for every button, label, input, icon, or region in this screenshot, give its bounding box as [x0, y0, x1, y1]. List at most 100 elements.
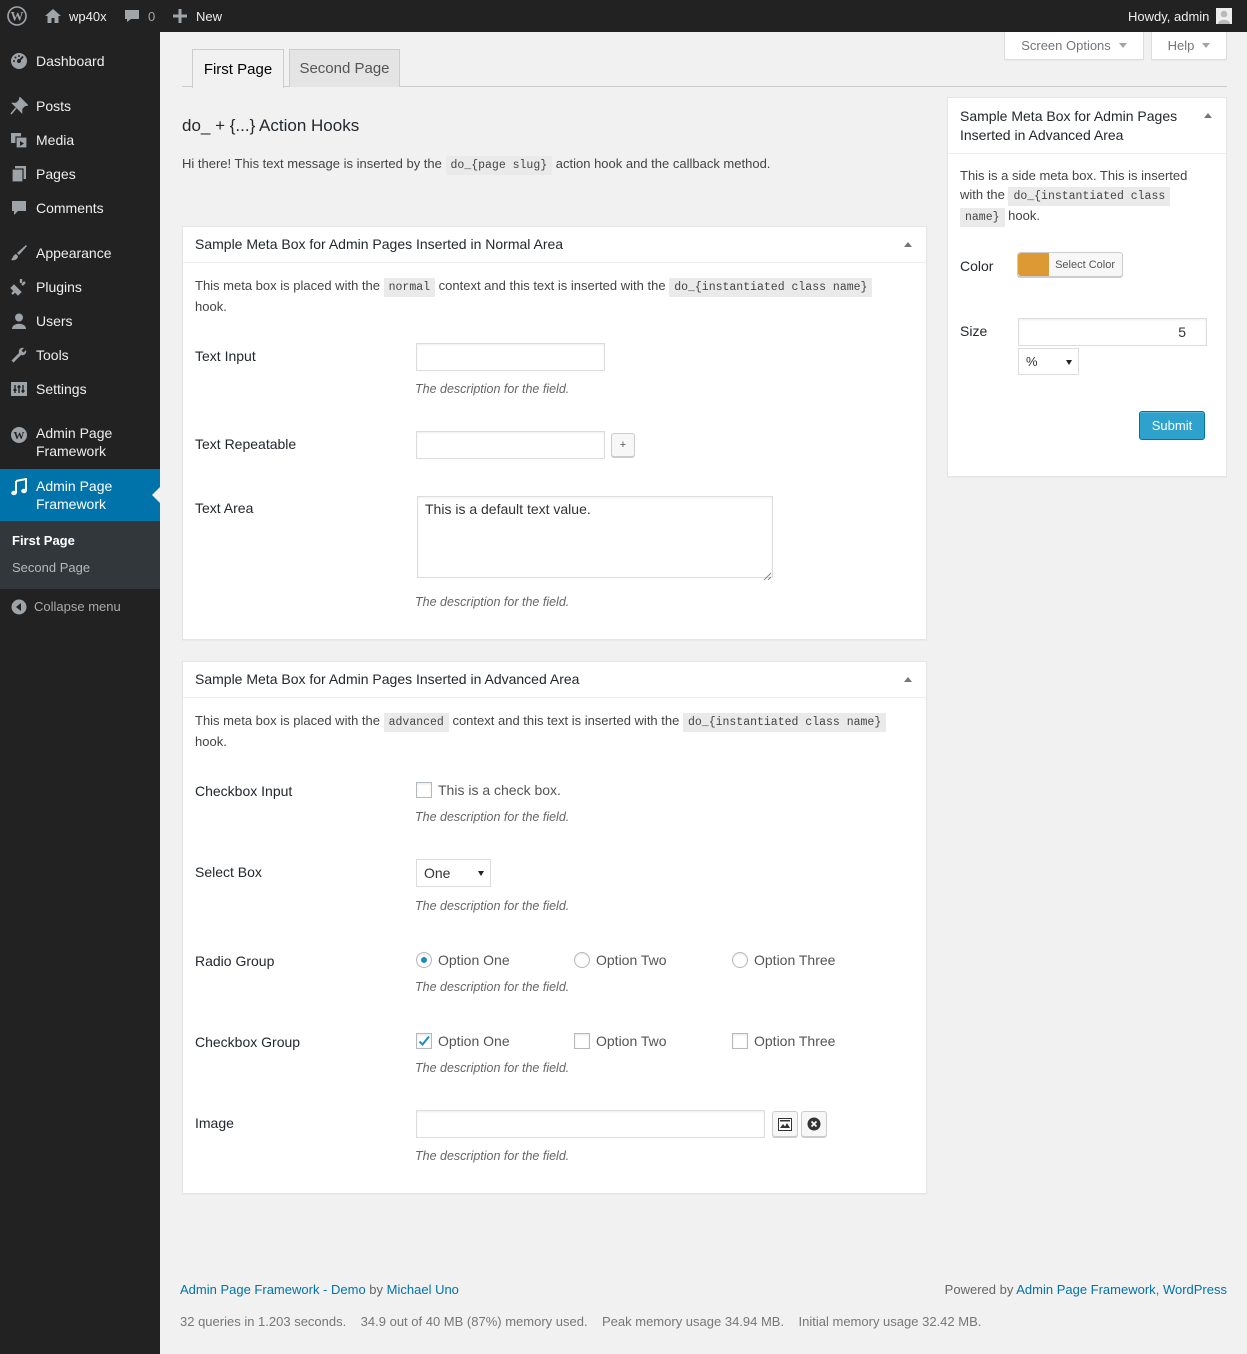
sidebar-item-appearance[interactable]: Appearance — [0, 239, 160, 267]
music-icon — [9, 477, 29, 497]
collapse-toggle-icon[interactable] — [904, 242, 912, 247]
footer-link-author[interactable]: Michael Uno — [387, 1282, 459, 1297]
close-icon — [807, 1117, 821, 1131]
size-unit-value: % — [1026, 354, 1038, 369]
remove-image-button[interactable] — [801, 1111, 827, 1137]
footer-link-wordpress[interactable]: WordPress — [1163, 1282, 1227, 1297]
collapse-toggle-icon[interactable] — [904, 677, 912, 682]
size-unit-select[interactable]: % — [1018, 348, 1079, 375]
settings-icon — [9, 379, 29, 399]
sidebar-item-tools[interactable]: Tools — [0, 341, 160, 369]
collapse-toggle-icon[interactable] — [1204, 113, 1212, 118]
comments-count: 0 — [148, 8, 156, 24]
checkbox-option-label[interactable]: Option Two — [596, 1033, 667, 1049]
sidebar-item-settings[interactable]: Settings — [0, 375, 160, 403]
field-label-text-input: Text Input — [195, 348, 256, 364]
intro-text: Hi there! This text message is inserted … — [182, 154, 770, 175]
avatar — [1216, 8, 1233, 24]
field-label-checkbox-input: Checkbox Input — [195, 783, 293, 799]
sidebar-item-label: Settings — [36, 381, 87, 397]
text-input-field[interactable] — [416, 343, 605, 371]
image-url-field[interactable] — [416, 1110, 765, 1138]
sidebar-item-label: Admin Page Framework — [36, 425, 113, 459]
select-box[interactable]: One — [416, 859, 491, 887]
footer-link-demo[interactable]: Admin Page Framework - Demo — [180, 1282, 366, 1297]
new-content-menu[interactable]: New — [173, 0, 222, 32]
sidebar-item-dashboard[interactable]: Dashboard — [0, 47, 160, 75]
radio-selected-dot — [421, 957, 427, 963]
select-image-button[interactable] — [772, 1111, 798, 1137]
admin-bar: W wp40x 0 New Howdy, admin — [0, 0, 1247, 32]
sidebar-item-media[interactable]: Media — [0, 126, 160, 154]
sidebar-item-pages[interactable]: Pages — [0, 160, 160, 188]
site-menu[interactable]: wp40x — [44, 0, 107, 32]
desc-code: normal — [383, 278, 436, 297]
footer-by: by — [369, 1282, 384, 1297]
checkbox-option-label[interactable]: This is a check box. — [438, 782, 561, 798]
dropdown-arrow-icon — [1066, 359, 1072, 365]
checkbox-option-three[interactable] — [732, 1033, 748, 1049]
radio-option-label[interactable]: Option One — [438, 952, 510, 968]
footer-powered: Powered by — [944, 1282, 1014, 1297]
collapse-menu-button[interactable]: Collapse menu — [0, 597, 160, 617]
svg-text:W: W — [11, 9, 24, 24]
plugin-icon — [9, 277, 29, 297]
checkbox-option-two[interactable] — [574, 1033, 590, 1049]
tab-second-page[interactable]: Second Page — [289, 49, 400, 87]
field-description: The description for the field. — [415, 382, 570, 396]
select-value: One — [424, 865, 451, 881]
desc-text: This is a side meta box. This is inserte… — [960, 168, 1188, 183]
wrench-icon — [9, 345, 29, 365]
field-label-image: Image — [195, 1115, 234, 1131]
sidebar-item-admin-page-framework-current[interactable]: Admin Page Framework — [0, 469, 160, 521]
sidebar-item-plugins[interactable]: Plugins — [0, 273, 160, 301]
comments-menu[interactable]: 0 — [124, 0, 155, 32]
radio-option-two[interactable] — [574, 952, 590, 968]
checkbox-input[interactable] — [416, 782, 432, 798]
sidebar-item-label: Media — [36, 132, 75, 148]
help-button[interactable]: Help — [1151, 32, 1227, 60]
desc-text: context and this text is inserted with t… — [452, 713, 680, 728]
field-description: The description for the field. — [415, 1149, 570, 1163]
field-label-size: Size — [960, 323, 988, 339]
sidebar-item-users[interactable]: Users — [0, 307, 160, 335]
select-color-label: Select Color — [1055, 258, 1115, 271]
submenu-item-second-page[interactable]: Second Page — [12, 560, 90, 575]
add-repeatable-button[interactable]: + — [611, 433, 635, 457]
pin-icon — [9, 96, 29, 116]
sidebar-item-label: Comments — [36, 200, 104, 216]
footer-left: Admin Page Framework - Demo by Michael U… — [180, 1282, 459, 1297]
footer-comma: , — [1155, 1282, 1160, 1297]
radio-option-one[interactable] — [416, 952, 432, 968]
checkbox-option-label[interactable]: Option One — [438, 1033, 510, 1049]
sidebar-item-label: Tools — [36, 347, 69, 363]
wordpress-logo-icon[interactable]: W — [7, 0, 27, 32]
desc-text: This meta box is placed with the — [195, 713, 380, 728]
radio-option-label[interactable]: Option Two — [596, 952, 667, 968]
chevron-down-icon — [1202, 43, 1211, 48]
text-area-field[interactable]: This is a default text value. — [417, 496, 773, 578]
submit-button[interactable]: Submit — [1139, 411, 1205, 440]
meta-box-divider — [183, 697, 926, 698]
field-label-select-box: Select Box — [195, 864, 262, 880]
sidebar-item-admin-page-framework[interactable]: W Admin Page Framework — [0, 420, 160, 464]
meta-box-title: Sample Meta Box for Admin Pages Inserted… — [195, 236, 564, 252]
resize-handle-icon[interactable] — [763, 568, 772, 583]
checkbox-option-label[interactable]: Option Three — [754, 1033, 835, 1049]
size-number-field[interactable] — [1018, 318, 1207, 346]
media-icon — [9, 130, 29, 150]
submenu-item-first-page[interactable]: First Page — [12, 533, 75, 548]
radio-option-label[interactable]: Option Three — [754, 952, 835, 968]
screen-options-button[interactable]: Screen Options — [1004, 32, 1144, 60]
checkbox-option-one[interactable] — [416, 1033, 432, 1049]
footer-link-framework[interactable]: Admin Page Framework — [1016, 1282, 1155, 1297]
color-picker-button[interactable]: Select Color — [1017, 252, 1123, 277]
radio-option-three[interactable] — [732, 952, 748, 968]
my-account-menu[interactable]: Howdy, admin — [1128, 0, 1233, 32]
sidebar-item-comments[interactable]: Comments — [0, 194, 160, 222]
sidebar-item-posts[interactable]: Posts — [0, 92, 160, 120]
text-repeatable-field[interactable] — [416, 431, 605, 459]
meta-box-divider — [948, 153, 1226, 154]
tab-first-page[interactable]: First Page — [192, 49, 284, 88]
comment-icon — [124, 8, 140, 24]
